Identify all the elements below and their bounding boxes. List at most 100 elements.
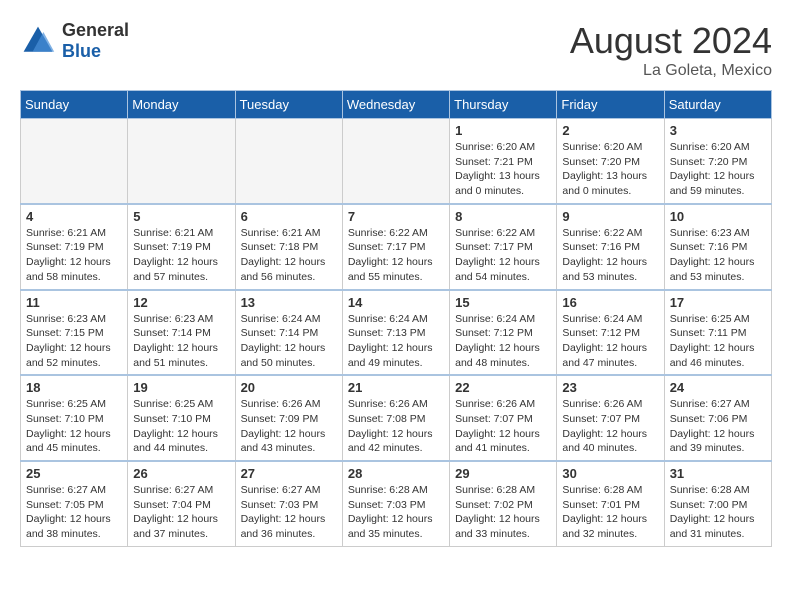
week-row-3: 11 Sunrise: 6:23 AM Sunset: 7:15 PM Dayli… <box>21 290 772 376</box>
day-cell <box>21 119 128 204</box>
day-number: 18 <box>26 380 122 395</box>
weekday-header-monday: Monday <box>128 91 235 119</box>
weekday-header-tuesday: Tuesday <box>235 91 342 119</box>
logo: General Blue <box>20 20 129 62</box>
day-number: 17 <box>670 295 766 310</box>
day-info: Sunrise: 6:27 AM Sunset: 7:04 PM Dayligh… <box>133 483 229 542</box>
day-cell: 11 Sunrise: 6:23 AM Sunset: 7:15 PM Dayli… <box>21 290 128 376</box>
day-info: Sunrise: 6:27 AM Sunset: 7:03 PM Dayligh… <box>241 483 337 542</box>
weekday-header-sunday: Sunday <box>21 91 128 119</box>
day-info: Sunrise: 6:25 AM Sunset: 7:10 PM Dayligh… <box>26 397 122 456</box>
day-number: 2 <box>562 123 658 138</box>
day-info: Sunrise: 6:20 AM Sunset: 7:21 PM Dayligh… <box>455 140 551 199</box>
day-cell: 26 Sunrise: 6:27 AM Sunset: 7:04 PM Dayli… <box>128 461 235 546</box>
day-number: 12 <box>133 295 229 310</box>
day-info: Sunrise: 6:23 AM Sunset: 7:15 PM Dayligh… <box>26 312 122 371</box>
day-cell: 4 Sunrise: 6:21 AM Sunset: 7:19 PM Daylig… <box>21 204 128 290</box>
day-cell: 17 Sunrise: 6:25 AM Sunset: 7:11 PM Dayli… <box>664 290 771 376</box>
week-row-4: 18 Sunrise: 6:25 AM Sunset: 7:10 PM Dayli… <box>21 375 772 461</box>
day-cell: 31 Sunrise: 6:28 AM Sunset: 7:00 PM Dayli… <box>664 461 771 546</box>
day-number: 25 <box>26 466 122 481</box>
day-number: 23 <box>562 380 658 395</box>
week-row-2: 4 Sunrise: 6:21 AM Sunset: 7:19 PM Daylig… <box>21 204 772 290</box>
day-cell <box>128 119 235 204</box>
day-cell: 19 Sunrise: 6:25 AM Sunset: 7:10 PM Dayli… <box>128 375 235 461</box>
logo-icon <box>20 23 56 59</box>
day-cell: 14 Sunrise: 6:24 AM Sunset: 7:13 PM Dayli… <box>342 290 449 376</box>
day-info: Sunrise: 6:25 AM Sunset: 7:11 PM Dayligh… <box>670 312 766 371</box>
calendar-table: SundayMondayTuesdayWednesdayThursdayFrid… <box>20 90 772 547</box>
day-info: Sunrise: 6:28 AM Sunset: 7:00 PM Dayligh… <box>670 483 766 542</box>
day-number: 29 <box>455 466 551 481</box>
day-info: Sunrise: 6:22 AM Sunset: 7:17 PM Dayligh… <box>455 226 551 285</box>
day-info: Sunrise: 6:22 AM Sunset: 7:16 PM Dayligh… <box>562 226 658 285</box>
day-cell: 23 Sunrise: 6:26 AM Sunset: 7:07 PM Dayli… <box>557 375 664 461</box>
month-year: August 2024 <box>570 20 772 62</box>
weekday-header-wednesday: Wednesday <box>342 91 449 119</box>
day-cell: 13 Sunrise: 6:24 AM Sunset: 7:14 PM Dayli… <box>235 290 342 376</box>
day-cell: 25 Sunrise: 6:27 AM Sunset: 7:05 PM Dayli… <box>21 461 128 546</box>
day-info: Sunrise: 6:24 AM Sunset: 7:14 PM Dayligh… <box>241 312 337 371</box>
day-info: Sunrise: 6:24 AM Sunset: 7:12 PM Dayligh… <box>455 312 551 371</box>
logo-blue: Blue <box>62 41 129 62</box>
day-cell: 15 Sunrise: 6:24 AM Sunset: 7:12 PM Dayli… <box>450 290 557 376</box>
day-cell: 12 Sunrise: 6:23 AM Sunset: 7:14 PM Dayli… <box>128 290 235 376</box>
day-info: Sunrise: 6:28 AM Sunset: 7:02 PM Dayligh… <box>455 483 551 542</box>
day-info: Sunrise: 6:23 AM Sunset: 7:14 PM Dayligh… <box>133 312 229 371</box>
day-cell: 3Sunrise: 6:20 AM Sunset: 7:20 PM Daylig… <box>664 119 771 204</box>
day-info: Sunrise: 6:26 AM Sunset: 7:08 PM Dayligh… <box>348 397 444 456</box>
day-number: 22 <box>455 380 551 395</box>
day-info: Sunrise: 6:20 AM Sunset: 7:20 PM Dayligh… <box>562 140 658 199</box>
day-cell: 16 Sunrise: 6:24 AM Sunset: 7:12 PM Dayli… <box>557 290 664 376</box>
weekday-header-friday: Friday <box>557 91 664 119</box>
day-number: 14 <box>348 295 444 310</box>
day-info: Sunrise: 6:28 AM Sunset: 7:01 PM Dayligh… <box>562 483 658 542</box>
day-number: 16 <box>562 295 658 310</box>
day-info: Sunrise: 6:25 AM Sunset: 7:10 PM Dayligh… <box>133 397 229 456</box>
day-number: 10 <box>670 209 766 224</box>
day-number: 4 <box>26 209 122 224</box>
day-cell: 27Sunrise: 6:27 AM Sunset: 7:03 PM Dayli… <box>235 461 342 546</box>
day-cell: 6Sunrise: 6:21 AM Sunset: 7:18 PM Daylig… <box>235 204 342 290</box>
day-cell: 24 Sunrise: 6:27 AM Sunset: 7:06 PM Dayli… <box>664 375 771 461</box>
day-info: Sunrise: 6:26 AM Sunset: 7:07 PM Dayligh… <box>455 397 551 456</box>
day-number: 19 <box>133 380 229 395</box>
week-row-1: 1Sunrise: 6:20 AM Sunset: 7:21 PM Daylig… <box>21 119 772 204</box>
day-info: Sunrise: 6:26 AM Sunset: 7:07 PM Dayligh… <box>562 397 658 456</box>
day-number: 9 <box>562 209 658 224</box>
logo-text: General Blue <box>62 20 129 62</box>
day-number: 7 <box>348 209 444 224</box>
day-number: 21 <box>348 380 444 395</box>
day-number: 8 <box>455 209 551 224</box>
day-cell: 22 Sunrise: 6:26 AM Sunset: 7:07 PM Dayli… <box>450 375 557 461</box>
day-cell: 28 Sunrise: 6:28 AM Sunset: 7:03 PM Dayli… <box>342 461 449 546</box>
day-info: Sunrise: 6:28 AM Sunset: 7:03 PM Dayligh… <box>348 483 444 542</box>
day-cell: 8 Sunrise: 6:22 AM Sunset: 7:17 PM Daylig… <box>450 204 557 290</box>
day-number: 5 <box>133 209 229 224</box>
day-info: Sunrise: 6:20 AM Sunset: 7:20 PM Dayligh… <box>670 140 766 199</box>
day-number: 6 <box>241 209 337 224</box>
day-cell: 30 Sunrise: 6:28 AM Sunset: 7:01 PM Dayli… <box>557 461 664 546</box>
day-cell: 1Sunrise: 6:20 AM Sunset: 7:21 PM Daylig… <box>450 119 557 204</box>
day-cell: 20Sunrise: 6:26 AM Sunset: 7:09 PM Dayli… <box>235 375 342 461</box>
week-row-5: 25 Sunrise: 6:27 AM Sunset: 7:05 PM Dayli… <box>21 461 772 546</box>
day-info: Sunrise: 6:27 AM Sunset: 7:05 PM Dayligh… <box>26 483 122 542</box>
day-info: Sunrise: 6:21 AM Sunset: 7:19 PM Dayligh… <box>26 226 122 285</box>
day-cell: 7Sunrise: 6:22 AM Sunset: 7:17 PM Daylig… <box>342 204 449 290</box>
day-number: 13 <box>241 295 337 310</box>
day-cell <box>342 119 449 204</box>
weekday-header-thursday: Thursday <box>450 91 557 119</box>
day-number: 26 <box>133 466 229 481</box>
day-number: 30 <box>562 466 658 481</box>
day-info: Sunrise: 6:24 AM Sunset: 7:13 PM Dayligh… <box>348 312 444 371</box>
day-cell: 21 Sunrise: 6:26 AM Sunset: 7:08 PM Dayli… <box>342 375 449 461</box>
day-cell: 18 Sunrise: 6:25 AM Sunset: 7:10 PM Dayli… <box>21 375 128 461</box>
day-number: 31 <box>670 466 766 481</box>
day-number: 28 <box>348 466 444 481</box>
day-number: 11 <box>26 295 122 310</box>
page-header: General Blue August 2024 La Goleta, Mexi… <box>20 20 772 80</box>
day-number: 24 <box>670 380 766 395</box>
day-info: Sunrise: 6:27 AM Sunset: 7:06 PM Dayligh… <box>670 397 766 456</box>
day-number: 15 <box>455 295 551 310</box>
day-info: Sunrise: 6:24 AM Sunset: 7:12 PM Dayligh… <box>562 312 658 371</box>
